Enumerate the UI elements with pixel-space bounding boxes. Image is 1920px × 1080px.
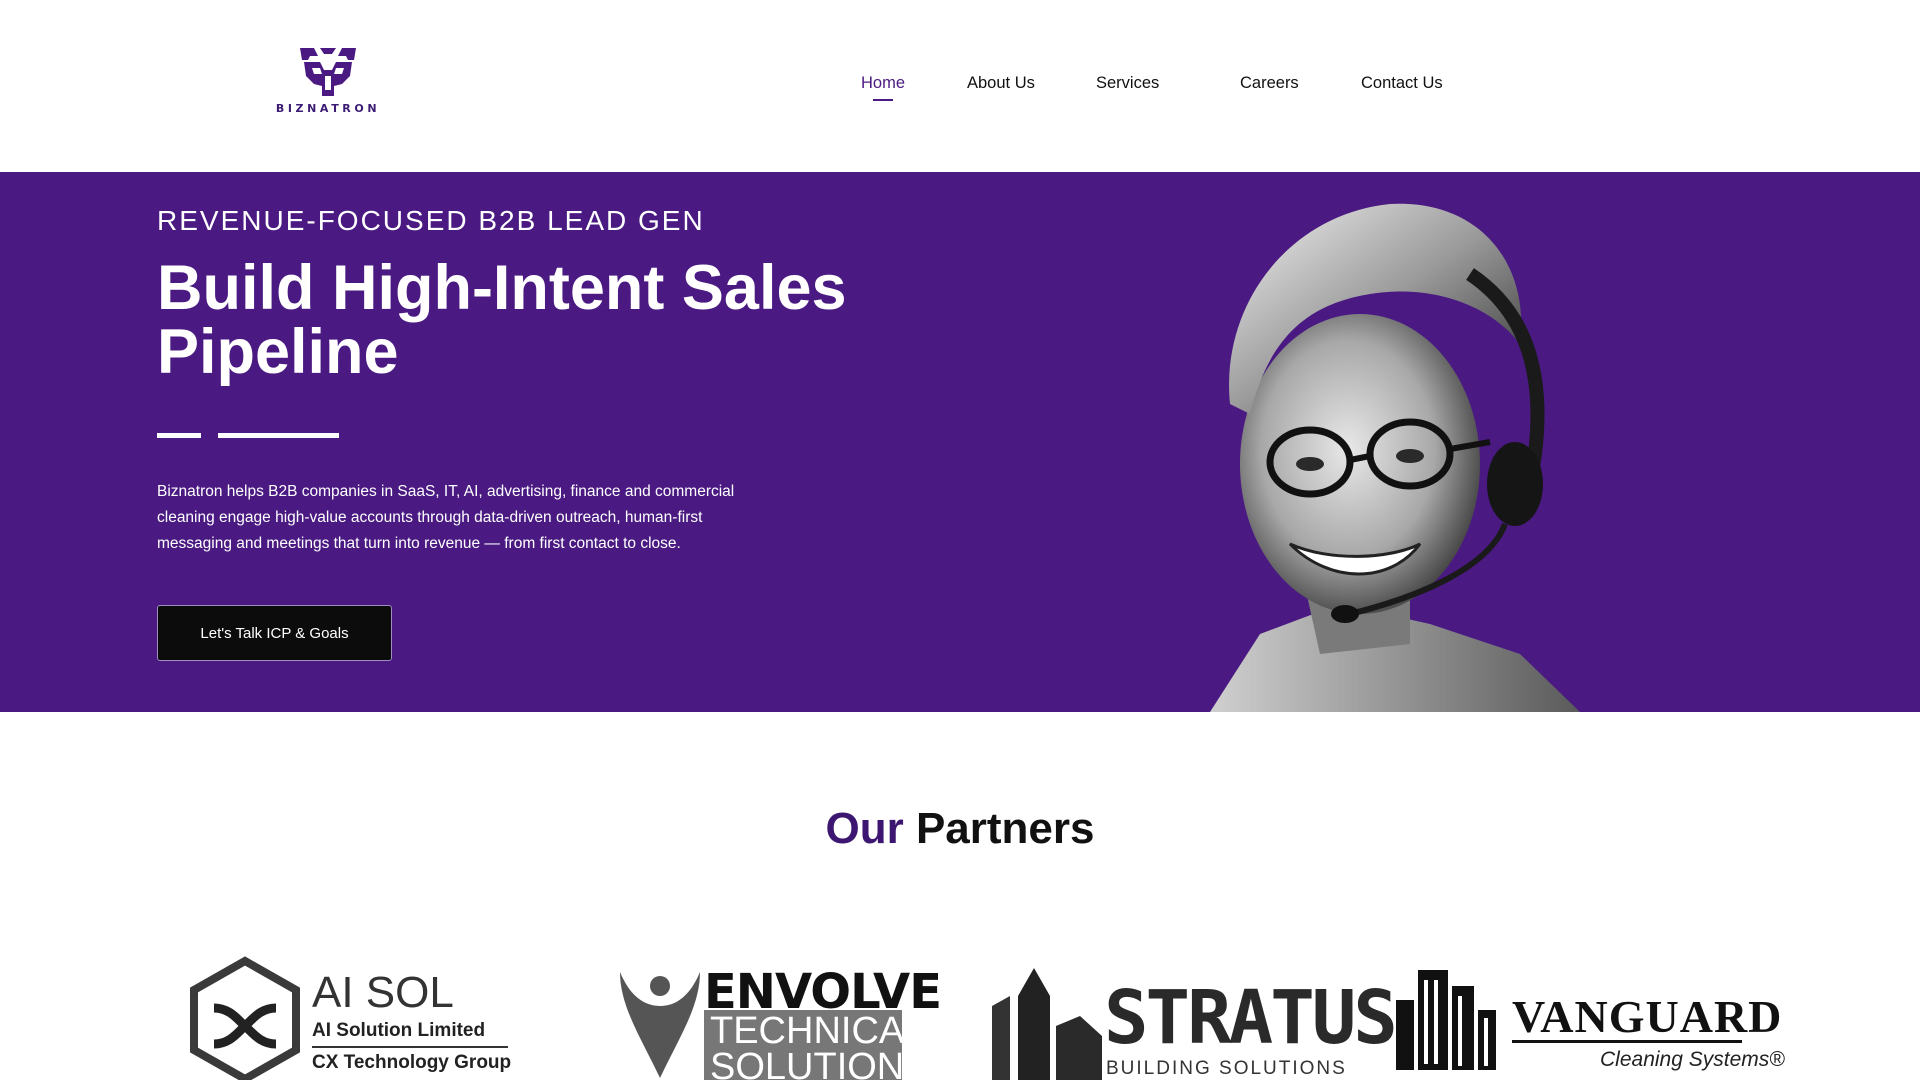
partner-line2: CX Technology Group (312, 1052, 512, 1073)
partner-line1: AI Solution Limited (312, 1020, 486, 1041)
hero-description: Biznatron helps B2B companies in SaaS, I… (157, 483, 735, 552)
headset-agent-portrait (1210, 203, 1580, 712)
hexagon-x-icon (190, 956, 300, 1080)
nav-home-label: Home (861, 74, 906, 92)
location-pin-icon (620, 972, 700, 1078)
site-header: BIZNATRON Home About Us Services Careers… (0, 0, 1920, 172)
hero-divider-long (218, 433, 339, 438)
main-nav: Home About Us Services Careers Contact U… (0, 74, 1920, 104)
partner-line2: SOLUTIONS (710, 1046, 930, 1080)
partner-name: STRATUS (1104, 975, 1398, 1061)
partner-logo-envolve[interactable]: ENVOLVE TECHNICAL SOLUTIONS (612, 950, 942, 1080)
tower-icon (992, 968, 1102, 1080)
partners-heading-accent: Our (825, 804, 904, 853)
cta-label: Let's Talk ICP & Goals (200, 624, 349, 642)
partners-heading-rest: Partners (915, 804, 1095, 853)
partner-line1: Cleaning Systems® (1600, 1048, 1785, 1071)
partners-heading: Our Partners (0, 804, 1920, 854)
hero-section: REVENUE-FOCUSED B2B LEAD GEN Build High-… (0, 172, 1920, 712)
nav-home[interactable]: Home (861, 74, 906, 101)
nav-about-label: About Us (967, 74, 1035, 92)
nav-services-label: Services (1096, 74, 1160, 92)
partner-rule (1512, 1040, 1742, 1043)
nav-careers-label: Careers (1240, 74, 1299, 92)
active-indicator (873, 99, 893, 101)
partner-name: VANGUARD (1512, 991, 1783, 1042)
nav-careers[interactable]: Careers (1240, 74, 1299, 93)
nav-contact-label: Contact Us (1361, 74, 1443, 92)
nav-about-us[interactable]: About Us (967, 74, 1035, 93)
hero-divider-short (157, 433, 201, 438)
hero-eyebrow: REVENUE-FOCUSED B2B LEAD GEN (157, 205, 705, 236)
partner-logo-vanguard[interactable]: VANGUARD Cleaning Systems® (1390, 950, 1785, 1080)
cta-button[interactable]: Let's Talk ICP & Goals (157, 605, 392, 661)
partner-logo-ai-sol[interactable]: AI SOL AI Solution Limited CX Technology… (186, 950, 516, 1080)
partner-logo-stratus[interactable]: STRATUS BUILDING SOLUTIONS (990, 950, 1398, 1080)
partner-rule (312, 1046, 508, 1048)
nav-contact-us[interactable]: Contact Us (1361, 74, 1443, 93)
nav-services[interactable]: Services (1096, 74, 1159, 93)
hero-title: Build High-Intent Sales Pipeline (157, 253, 847, 387)
partner-name: AI SOL (312, 968, 454, 1017)
buildings-icon (1396, 970, 1496, 1070)
partner-line1: BUILDING SOLUTIONS (1106, 1058, 1347, 1079)
